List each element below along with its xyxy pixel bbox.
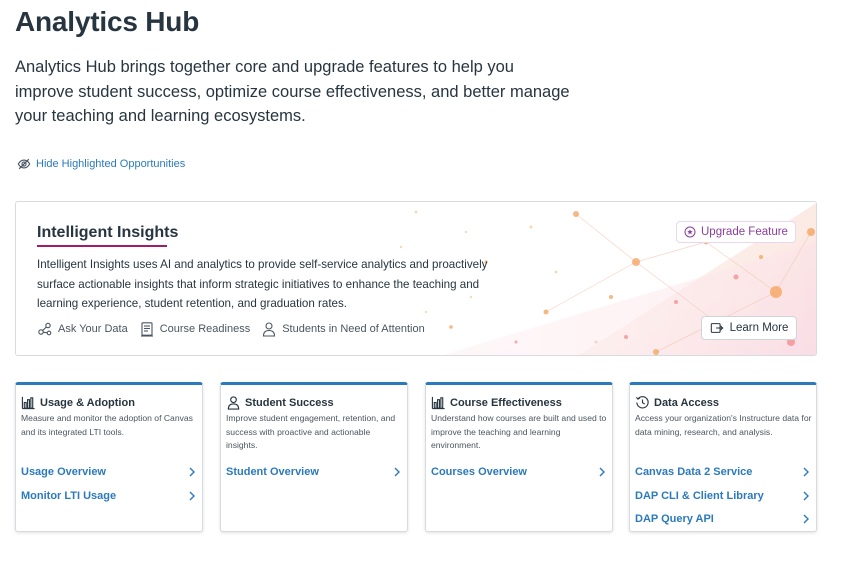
upgrade-feature-badge: Upgrade Feature — [676, 221, 796, 243]
external-link-icon — [710, 323, 724, 333]
insights-description: Intelligent Insights uses AI and analyti… — [37, 258, 488, 311]
card-title: Data Access — [654, 396, 720, 409]
chevron-right-icon — [599, 467, 605, 477]
card-title: Student Success — [245, 396, 334, 409]
link-label: Student Overview — [226, 466, 319, 478]
insights-title: Intelligent Insights — [37, 224, 179, 241]
feature-label: Students in Need of Attention — [282, 323, 425, 335]
page-title: Analytics Hub — [15, 6, 200, 37]
upgrade-feature-label: Upgrade Feature — [701, 226, 788, 238]
bar-chart-icon — [431, 396, 445, 410]
feature-label: Course Readiness — [159, 323, 251, 335]
refresh-clock-icon — [635, 396, 649, 409]
dap-cli-client-library-link[interactable]: DAP CLI & Client Library — [635, 490, 811, 502]
star-badge-icon — [684, 226, 696, 238]
link-label: DAP CLI & Client Library — [635, 490, 764, 502]
chevron-right-icon — [803, 514, 809, 524]
link-label: DAP Query API — [635, 513, 714, 525]
card-description: Measure and monitor the adoption of Canv… — [21, 413, 193, 437]
insights-feature-list: Ask Your Data Course Readiness Students … — [37, 321, 425, 337]
feature-label: Ask Your Data — [58, 323, 128, 335]
document-icon — [140, 322, 153, 337]
card-header: Data Access — [635, 395, 719, 410]
feature-students-attention: Students in Need of Attention — [261, 321, 425, 337]
feature-course-readiness: Course Readiness — [139, 321, 251, 337]
card-description: Access your organization's Instructure d… — [635, 413, 812, 437]
monitor-lti-usage-link[interactable]: Monitor LTI Usage — [21, 490, 197, 502]
chevron-right-icon — [394, 467, 400, 477]
hide-opportunities-link[interactable]: Hide Highlighted Opportunities — [17, 157, 185, 171]
card-header: Usage & Adoption — [21, 395, 135, 410]
title-underline — [37, 245, 167, 247]
person-icon — [227, 396, 240, 410]
person-search-icon — [263, 322, 276, 337]
card-title: Course Effectiveness — [450, 396, 562, 409]
chevron-right-icon — [803, 491, 809, 501]
card-title: Usage & Adoption — [40, 396, 135, 409]
link-label: Monitor LTI Usage — [21, 490, 117, 502]
chevron-right-icon — [189, 467, 195, 477]
canvas-data-2-service-link[interactable]: Canvas Data 2 Service — [635, 466, 811, 478]
learn-more-button[interactable]: Learn More — [701, 316, 797, 340]
link-label: Canvas Data 2 Service — [635, 466, 753, 478]
learn-more-label: Learn More — [729, 322, 789, 334]
card-student-success: Student Success Improve student engageme… — [220, 382, 408, 532]
link-label: Usage Overview — [21, 466, 106, 478]
eye-slash-icon — [17, 158, 31, 170]
dap-query-api-link[interactable]: DAP Query API — [635, 513, 811, 525]
card-data-access: Data Access Access your organization's I… — [629, 382, 817, 532]
feature-ask-your-data: Ask Your Data — [37, 321, 128, 337]
usage-overview-link[interactable]: Usage Overview — [21, 466, 197, 478]
card-header: Course Effectiveness — [431, 395, 562, 410]
card-description: Improve student engagement, retention, a… — [226, 413, 396, 450]
card-header: Student Success — [226, 395, 334, 410]
bar-chart-icon — [21, 396, 35, 410]
link-label: Courses Overview — [431, 466, 527, 478]
intelligent-insights-panel: Intelligent Insights Intelligent Insight… — [15, 201, 817, 356]
card-usage-adoption: Usage & Adoption Measure and monitor the… — [15, 382, 203, 532]
courses-overview-link[interactable]: Courses Overview — [431, 466, 607, 478]
hide-opportunities-label: Hide Highlighted Opportunities — [36, 158, 186, 170]
page-intro: Analytics Hub brings together core and u… — [15, 58, 570, 125]
chevron-right-icon — [803, 467, 809, 477]
student-overview-link[interactable]: Student Overview — [226, 466, 402, 478]
card-description: Understand how courses are built and use… — [431, 413, 607, 450]
chevron-right-icon — [189, 491, 195, 501]
nodes-icon — [38, 322, 52, 336]
card-course-effectiveness: Course Effectiveness Understand how cour… — [425, 382, 613, 532]
